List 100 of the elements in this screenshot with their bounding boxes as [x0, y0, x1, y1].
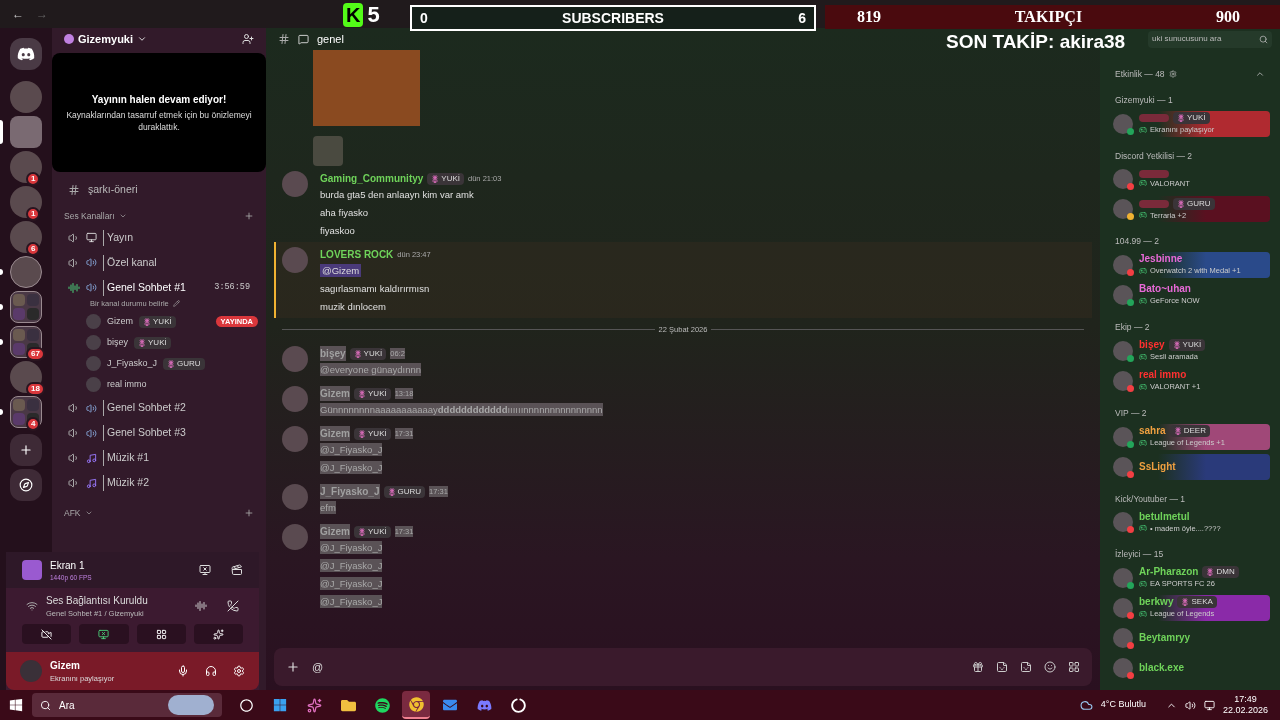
flower-icon	[1206, 568, 1215, 577]
server-icon[interactable]	[10, 186, 42, 218]
clapper-icon[interactable]	[231, 564, 243, 576]
avatar	[1113, 512, 1133, 533]
connection-status: Ses Bağlantısı Kuruldu	[46, 593, 148, 608]
flower-icon	[431, 174, 440, 183]
flower-icon	[387, 487, 396, 496]
member-name: sahra	[1139, 424, 1166, 437]
member-name: bişey	[1139, 339, 1165, 352]
search-field[interactable]: uki sunucusunu ara	[1148, 30, 1272, 48]
home-button[interactable]	[10, 38, 42, 70]
gift-icon[interactable]	[972, 661, 984, 673]
network-icon[interactable]	[1203, 699, 1215, 711]
start-icon	[9, 698, 23, 712]
sparkle-icon	[306, 697, 322, 713]
sticker-icon[interactable]	[1020, 661, 1032, 673]
category-header[interactable]: Ses Kanalları	[64, 210, 127, 223]
speaker-icon	[68, 256, 80, 269]
stop-screen-icon[interactable]	[199, 564, 211, 576]
voice-channel[interactable]: Yayın	[60, 227, 258, 248]
avatar	[282, 386, 308, 413]
avatar	[1113, 628, 1133, 648]
noise-icon[interactable]	[195, 600, 207, 612]
emoji-icon[interactable]	[1044, 661, 1056, 673]
voice-member[interactable]: J_Fiyasko_J GURU	[86, 355, 258, 372]
member-row[interactable]: Beytamryy	[1110, 625, 1270, 651]
role-tag: SEKA	[1177, 596, 1217, 609]
voice-channel[interactable]: Genel Sohbet #2	[60, 398, 258, 418]
threads-icon[interactable]	[298, 33, 309, 45]
speaker-icon	[68, 427, 80, 439]
mention-badge: 1	[26, 207, 41, 221]
message-text: sagırlasmamı kaldırırmısn	[320, 282, 430, 295]
monitor-icon	[98, 628, 110, 640]
disconnect-icon[interactable]	[227, 600, 239, 612]
server-thumbnail	[13, 308, 25, 320]
group-header: Kick/Youtuber — 1	[1114, 492, 1187, 506]
input-value: @	[312, 659, 324, 675]
voice-member[interactable]: real immo	[86, 376, 258, 393]
role-tag: YUKİ	[139, 315, 176, 328]
voice-channel[interactable]: Özel kanal	[60, 252, 258, 273]
member-name: black.exe	[1139, 662, 1185, 674]
server-folder[interactable]	[10, 291, 42, 323]
taskbar-app[interactable]	[402, 691, 430, 719]
server-icon[interactable]	[10, 256, 42, 288]
plus-icon[interactable]	[286, 660, 300, 674]
apps-icon[interactable]	[1068, 661, 1080, 673]
voice-channel[interactable]: Genel Sohbet #1 3:56:59	[60, 277, 258, 298]
flower-icon	[358, 429, 366, 438]
category-header[interactable]: AFK	[64, 507, 93, 520]
voice-channel[interactable]: Müzik #1	[60, 448, 258, 468]
role-tag: YUKİ	[354, 525, 391, 538]
share-screen-button[interactable]	[79, 624, 129, 644]
voice-channel[interactable]: Müzik #2	[60, 473, 258, 493]
microphone-icon[interactable]	[177, 665, 189, 677]
camera-button[interactable]	[22, 624, 72, 644]
server-folder[interactable]	[10, 326, 42, 358]
taskbar-search[interactable]: Ara	[32, 693, 222, 717]
soundboard-button[interactable]	[193, 624, 243, 644]
activities-button[interactable]	[136, 624, 186, 644]
gamepad-icon	[1139, 125, 1147, 134]
goal-end: 900	[1216, 7, 1240, 27]
member-row-with-banner[interactable]: SsLight	[1110, 453, 1270, 480]
server-folder[interactable]	[10, 396, 42, 428]
gamepad-icon	[1139, 610, 1147, 618]
voice-activity-icon	[68, 281, 80, 294]
discover-button[interactable]	[10, 469, 42, 501]
headphones-icon[interactable]	[205, 665, 217, 677]
chat-app-icon	[476, 697, 492, 713]
message-text: muzik dınlocem	[320, 300, 386, 313]
speaker-icon	[86, 427, 97, 439]
avatar	[1113, 598, 1133, 618]
channel-name: şarkı-öneri	[88, 182, 138, 198]
avatar	[282, 524, 308, 551]
stream-title: Ekran 1	[50, 558, 86, 573]
invite-icon[interactable]	[242, 33, 254, 45]
message-text: fiyaskoo	[320, 224, 355, 237]
voice-channel[interactable]: Genel Sohbet #3	[60, 423, 258, 443]
text-channel[interactable]: şarkı-öneri	[60, 180, 258, 200]
avatar	[1113, 568, 1133, 588]
author-name[interactable]: Gaming_Communityy	[320, 171, 424, 186]
member-name-bar	[1139, 113, 1169, 122]
author-name[interactable]: LOVERS ROCK	[320, 247, 394, 262]
server-icon[interactable]	[10, 361, 42, 393]
server-name-button[interactable]: Gizemyuki	[64, 30, 148, 48]
plus-icon[interactable]	[244, 508, 254, 519]
server-icon[interactable]	[10, 151, 42, 183]
speaker-icon	[86, 257, 97, 269]
voice-member[interactable]: bişey YUKİ	[86, 334, 258, 351]
volume-icon[interactable]	[1184, 699, 1196, 711]
settings-icon	[1168, 70, 1177, 79]
flower-icon	[1177, 113, 1185, 122]
gamepad-icon	[1139, 382, 1147, 391]
group-header: İzleyici — 15	[1114, 548, 1165, 561]
server-icon[interactable]	[10, 221, 42, 253]
settings-icon[interactable]	[233, 665, 245, 677]
add-server-button[interactable]	[10, 434, 42, 466]
back-button[interactable]: ←	[12, 5, 24, 23]
avatar	[1113, 255, 1133, 275]
plus-icon[interactable]	[244, 211, 254, 222]
member-row[interactable]: black.exe	[1110, 655, 1270, 681]
